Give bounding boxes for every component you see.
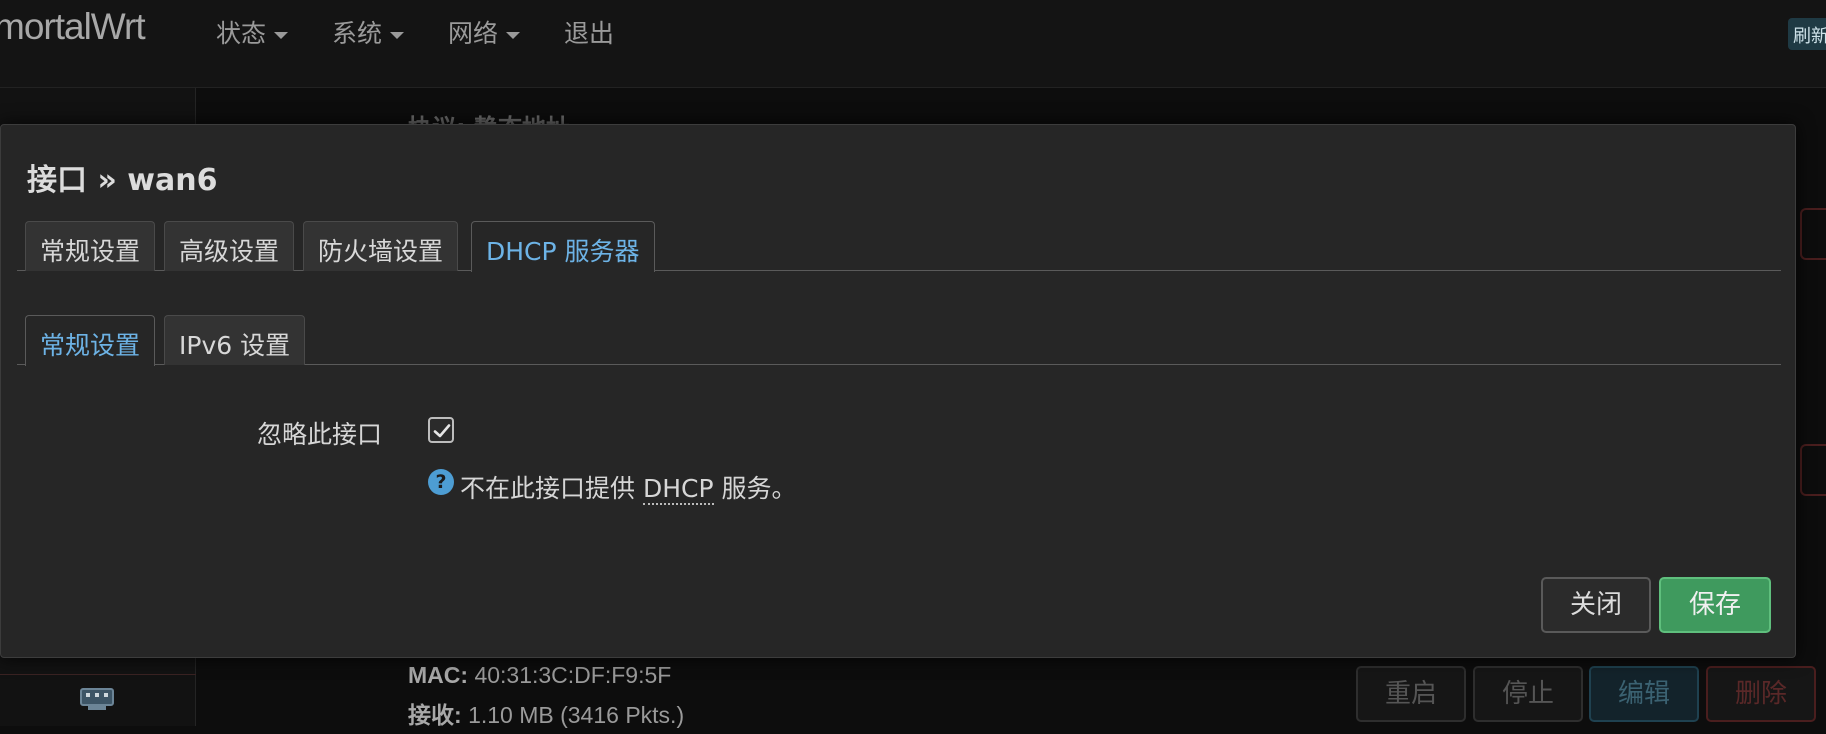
mac-label: MAC: bbox=[408, 662, 469, 688]
tab-dhcp-server[interactable]: DHCP 服务器 bbox=[471, 221, 655, 272]
bg-rx-row: 接收: 1.10 MB (3416 Pkts.) bbox=[408, 696, 684, 730]
bg-edge-button bbox=[1800, 444, 1826, 496]
subtab-ipv6[interactable]: IPv6 设置 bbox=[164, 315, 306, 365]
modal-title: 接口 » wan6 bbox=[27, 163, 218, 198]
nav-network-label: 网络 bbox=[448, 19, 499, 48]
chevron-down-icon bbox=[390, 31, 405, 39]
close-button[interactable]: 关闭 bbox=[1541, 577, 1651, 633]
help-text: ? 不在此接口提供 DHCP 服务。 bbox=[428, 469, 797, 505]
delete-button[interactable]: 删除 bbox=[1706, 666, 1816, 722]
stop-button[interactable]: 停止 bbox=[1473, 666, 1583, 722]
save-button[interactable]: 保存 bbox=[1659, 577, 1771, 633]
nav-system[interactable]: 系统 bbox=[332, 14, 405, 50]
refresh-badge[interactable]: 刷新 bbox=[1788, 18, 1826, 50]
question-icon: ? bbox=[428, 469, 454, 495]
nav-logout[interactable]: 退出 bbox=[564, 14, 614, 50]
restart-button[interactable]: 重启 bbox=[1356, 666, 1466, 722]
nav-status[interactable]: 状态 bbox=[216, 14, 289, 50]
sub-tabs: 常规设置 IPv6 设置 bbox=[17, 315, 1781, 366]
chevron-down-icon bbox=[274, 31, 289, 39]
network-port-icon bbox=[80, 688, 114, 710]
bg-mac-row: MAC: 40:31:3C:DF:F9:5F bbox=[408, 662, 671, 689]
edit-button[interactable]: 编辑 bbox=[1589, 666, 1699, 722]
top-navbar: mortalWrt 状态 系统 网络 退出 刷新 bbox=[0, 0, 1826, 88]
brand-logo[interactable]: mortalWrt bbox=[0, 6, 146, 48]
nav-system-label: 系统 bbox=[332, 19, 383, 48]
ignore-interface-label: 忽略此接口 bbox=[257, 420, 383, 449]
nav-status-label: 状态 bbox=[216, 19, 267, 48]
help-suffix: 服务。 bbox=[713, 474, 797, 503]
chevron-down-icon bbox=[506, 31, 521, 39]
help-prefix: 不在此接口提供 bbox=[460, 474, 643, 503]
mac-value: 40:31:3C:DF:F9:5F bbox=[474, 662, 672, 688]
interface-modal: 接口 » wan6 常规设置 高级设置 防火墙设置 DHCP 服务器 常规设置 … bbox=[0, 124, 1796, 658]
nav-network[interactable]: 网络 bbox=[448, 14, 521, 50]
bg-edge-button bbox=[1800, 208, 1826, 260]
tab-general[interactable]: 常规设置 bbox=[25, 221, 156, 271]
subtab-general[interactable]: 常规设置 bbox=[25, 315, 156, 366]
checkmark-icon bbox=[433, 424, 451, 438]
rx-label: 接收: bbox=[408, 702, 462, 728]
rx-value: 1.10 MB (3416 Pkts.) bbox=[468, 702, 685, 728]
tab-advanced[interactable]: 高级设置 bbox=[164, 221, 295, 271]
ignore-interface-checkbox[interactable] bbox=[428, 417, 454, 443]
tab-firewall[interactable]: 防火墙设置 bbox=[303, 221, 459, 271]
main-tabs: 常规设置 高级设置 防火墙设置 DHCP 服务器 bbox=[17, 221, 1781, 272]
dhcp-abbr: DHCP bbox=[642, 474, 714, 505]
